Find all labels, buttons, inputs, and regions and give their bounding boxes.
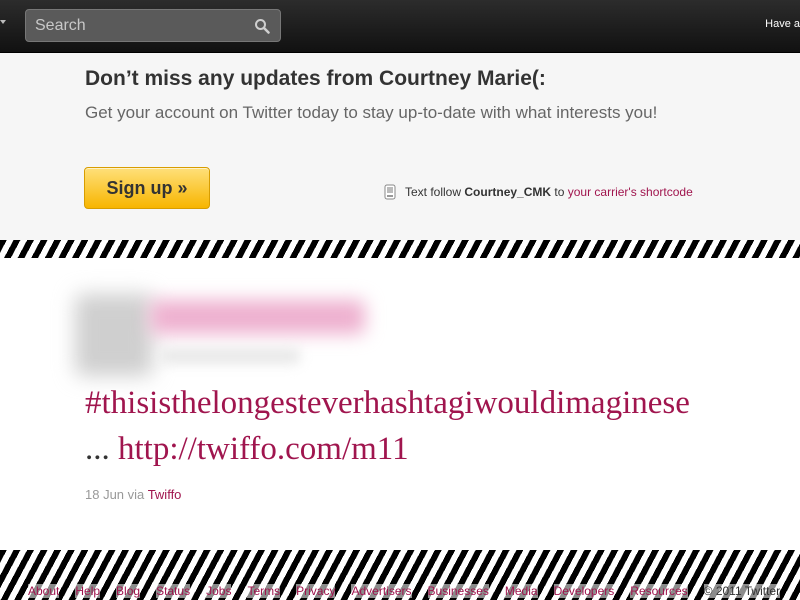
phone-icon	[384, 184, 396, 200]
menu-caret-icon[interactable]	[0, 20, 6, 24]
footer-link-media[interactable]: Media	[504, 584, 538, 598]
footer-link-status[interactable]: Status	[156, 584, 191, 598]
footer-link-privacy[interactable]: Privacy	[296, 584, 336, 598]
footer-link-terms[interactable]: Terms	[247, 584, 281, 598]
footer-link-jobs[interactable]: Jobs	[206, 584, 232, 598]
avatar[interactable]	[75, 294, 153, 376]
footer-link-help[interactable]: Help	[75, 584, 101, 598]
user-handle-blurred	[160, 348, 300, 364]
footer-copyright: © 2011 Twitter	[703, 584, 781, 598]
tweet-meta: 18 Jun via Twiffo	[85, 487, 181, 502]
banner-headline: Don’t miss any updates from Courtney Mar…	[85, 67, 546, 90]
zebra-background-top	[0, 240, 800, 258]
tweet-text: #thisisthelongesteverhashtagiwouldimagin…	[85, 380, 800, 472]
sign-up-button[interactable]: Sign up »	[84, 167, 210, 209]
search-placeholder: Search	[35, 17, 86, 34]
signup-banner: Don’t miss any updates from Courtney Mar…	[0, 53, 800, 240]
tweet-panel: #thisisthelongesteverhashtagiwouldimagin…	[0, 258, 800, 550]
user-name-blurred[interactable]	[150, 300, 365, 334]
tweet-url-link[interactable]: http://twiffo.com/m11	[118, 431, 409, 467]
footer-link-businesses[interactable]: Businesses	[427, 584, 489, 598]
tweet-ellipsis: ...	[85, 431, 110, 467]
footer-link-blog[interactable]: Blog	[116, 584, 141, 598]
search-icon[interactable]	[254, 18, 270, 34]
footer-link-resources[interactable]: Resources	[630, 584, 688, 598]
text-follow-prefix: Text follow	[405, 185, 462, 199]
tweet-source-link[interactable]: Twiffo	[148, 487, 182, 502]
footer-links: About Help Blog Status Jobs Terms Privacy Adver…	[28, 584, 800, 598]
top-right-login-text[interactable]: Have a	[765, 18, 800, 30]
banner-subtext: Get your account on Twitter today to sta…	[85, 103, 658, 122]
hashtag-link[interactable]: #thisisthelongesteverhashtagiwouldimagin…	[85, 385, 690, 421]
tweet-date[interactable]: 18 Jun	[85, 487, 124, 502]
tweet-via: via	[127, 487, 145, 502]
top-bar: Search Have a	[0, 0, 800, 53]
text-follow-to: to	[554, 185, 565, 199]
text-follow-line: Text follow Courtney_CMK to your carrier…	[383, 184, 693, 200]
footer-link-advertisers[interactable]: Advertisers	[351, 584, 412, 598]
footer-link-about[interactable]: About	[28, 584, 60, 598]
carrier-shortcode-link[interactable]: your carrier's shortcode	[568, 185, 693, 199]
footer-link-developers[interactable]: Developers	[553, 584, 615, 598]
text-follow-handle: Courtney_CMK	[464, 185, 552, 199]
search-input[interactable]: Search	[25, 9, 281, 42]
